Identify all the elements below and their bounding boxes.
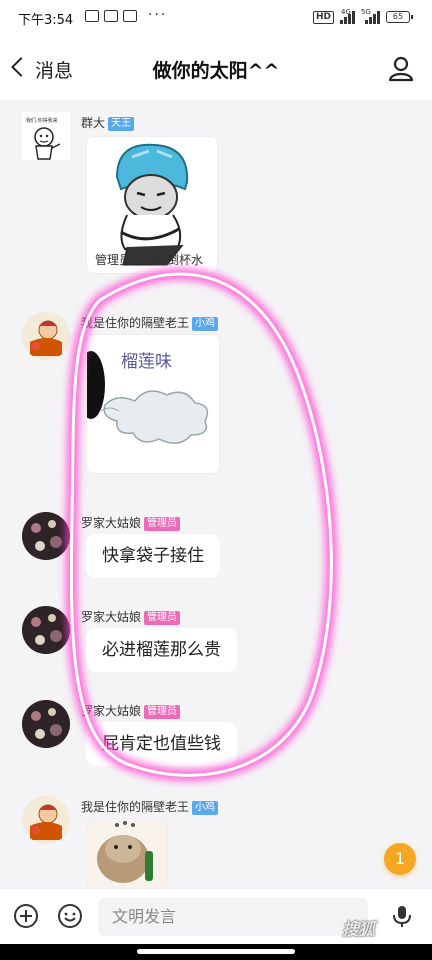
status-bar: 下午3:54 ··· HD 4G 5G 65	[0, 0, 432, 36]
plus-icon	[14, 904, 38, 928]
sender-name: 我是住你的隔壁老王 小鸡	[81, 314, 219, 331]
sender-label: 我是住你的隔壁老王	[81, 800, 190, 814]
sticker-image[interactable]: 榴莲味	[86, 334, 220, 474]
hd-call-icon: HD	[313, 11, 335, 24]
user-icon	[388, 56, 414, 82]
message-bubble[interactable]: 屁肯定也值些钱	[86, 722, 237, 766]
sticker-caption: 管理员，给我倒杯水	[95, 253, 204, 267]
signal-2-icon	[361, 10, 380, 24]
emoji-button[interactable]	[57, 903, 83, 929]
avatar[interactable]	[22, 796, 70, 844]
add-button[interactable]	[13, 903, 39, 929]
smile-icon	[58, 904, 82, 928]
sender-label: 群大	[81, 116, 106, 130]
watermark-logo: 搜狐	[342, 920, 375, 940]
message-bubble[interactable]: 必进榴莲那么贵	[86, 628, 237, 672]
message-bubble[interactable]: 快拿袋子接住	[86, 534, 220, 578]
signal-1-icon	[336, 10, 355, 24]
mail-notification-icon	[123, 10, 137, 22]
voice-button[interactable]	[389, 903, 415, 929]
sender-name: 罗家大姑娘 管理员	[81, 514, 181, 531]
sender-name: 我是住你的隔壁老王 小鸡	[81, 798, 219, 815]
sender-label: 罗家大姑娘	[81, 516, 142, 530]
home-indicator[interactable]	[137, 949, 295, 954]
message-notification-icon	[85, 10, 99, 22]
sender-name: 罗家大姑娘 管理员	[81, 702, 181, 719]
sticker-image[interactable]: 管理员，给我倒杯水	[86, 136, 218, 274]
avatar[interactable]	[22, 512, 70, 560]
sender-label: 罗家大姑娘	[81, 704, 142, 718]
battery-icon: 65	[386, 11, 413, 23]
avatar[interactable]	[22, 700, 70, 748]
avatar[interactable]	[22, 606, 70, 654]
sticker-image[interactable]	[86, 818, 168, 890]
role-badge: 天王	[108, 117, 135, 131]
avatar[interactable]: 我们,你得我来	[22, 112, 70, 160]
message-input[interactable]: 文明发言	[98, 898, 368, 936]
unread-count-badge[interactable]: 1	[384, 843, 416, 875]
group-members-button[interactable]	[386, 54, 416, 84]
role-badge: 小鸡	[192, 801, 219, 815]
microphone-icon	[393, 906, 411, 927]
role-badge: 管理员	[144, 705, 181, 719]
app-notification-icon	[104, 10, 118, 22]
sender-label: 罗家大姑娘	[81, 610, 142, 624]
chat-header: 消息 做你的太阳^^	[0, 36, 432, 100]
role-badge: 小鸡	[192, 317, 219, 331]
page-title: 做你的太阳^^	[152, 60, 280, 82]
role-badge: 管理员	[144, 611, 181, 625]
svg-text:我们,你得我来: 我们,你得我来	[26, 117, 58, 124]
system-nav-bar	[0, 944, 432, 960]
sticker-text: 榴莲味	[121, 352, 172, 372]
sender-name: 群大 天王	[81, 114, 135, 131]
sender-label: 我是住你的隔壁老王	[81, 316, 190, 330]
sender-name: 罗家大姑娘 管理员	[81, 608, 181, 625]
status-time: 下午3:54	[18, 13, 74, 28]
avatar[interactable]	[22, 312, 70, 360]
role-badge: 管理员	[144, 517, 181, 531]
more-notifications-icon: ···	[148, 7, 168, 23]
